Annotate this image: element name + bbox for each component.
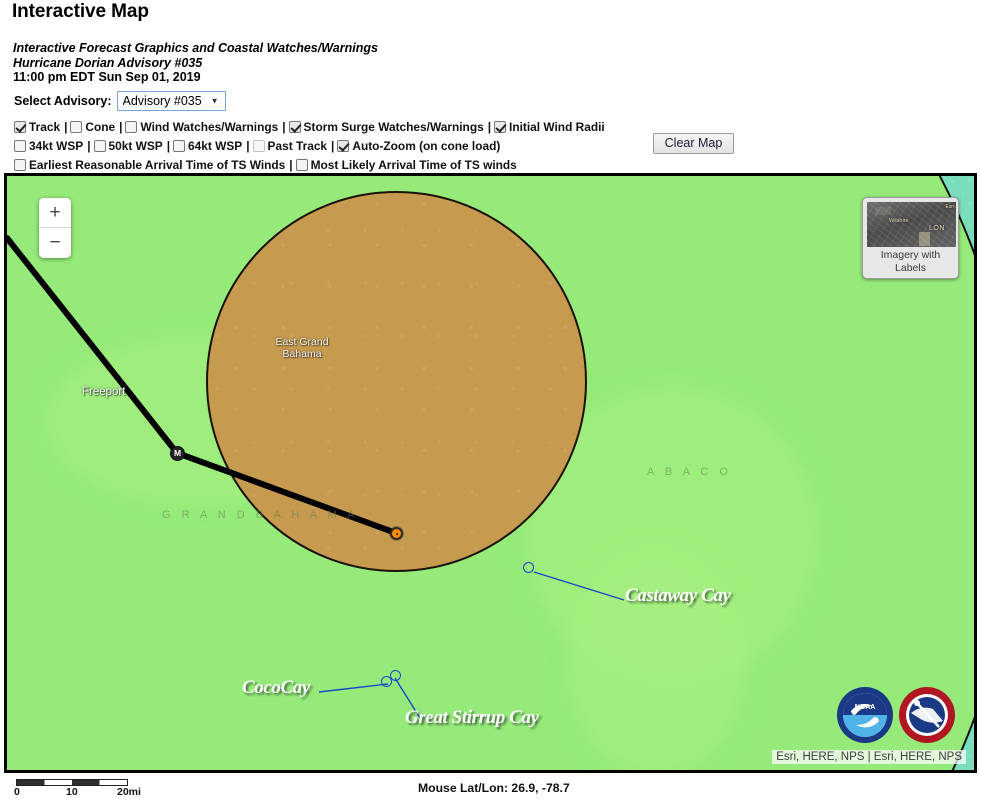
checkbox-storm-surge-watches-warnings[interactable] [288, 121, 301, 133]
track-point-major-hurricane[interactable]: M [170, 446, 185, 461]
basemap-thumb-label-3: Esri [945, 204, 954, 210]
page-title: Interactive Map [12, 1, 149, 22]
interactive-map-page: Interactive Map Interactive Forecast Gra… [0, 0, 981, 799]
advisory-select[interactable]: Advisory #035 [116, 91, 226, 111]
label-auto-zoom: Auto-Zoom (on cone load) [352, 139, 501, 154]
label-initial-wind-radii: Initial Wind Radii [509, 120, 605, 134]
separator-6: | [166, 139, 171, 154]
checkbox-earliest-reasonable-arrival[interactable] [14, 159, 26, 172]
basemap-caption-line2: Labels [895, 261, 926, 274]
label-track: Track [29, 120, 61, 134]
cay-marker-great-stirrup-cay[interactable] [390, 670, 401, 681]
svg-text:NOAA: NOAA [855, 704, 876, 711]
nws-logo [899, 687, 955, 743]
map-attribution: Esri, HERE, NPS | Esri, HERE, NPS [772, 750, 966, 764]
checkbox-cone[interactable] [70, 121, 83, 133]
scale-tick-mid: 10 [66, 786, 78, 798]
label-wind-watches-warnings: Wind Watches/Warnings [140, 120, 279, 134]
separator-7: | [246, 139, 250, 154]
label-34kt-wsp: 34kt WSP [29, 139, 84, 154]
separator-2: | [119, 120, 123, 134]
label-64kt-wsp: 64kt WSP [188, 139, 243, 154]
separator-4: | [487, 120, 492, 134]
advisory-header: Interactive Forecast Graphics and Coasta… [13, 41, 378, 85]
checkbox-past-track[interactable] [252, 140, 265, 153]
basemap-thumbnail-icon: Wilshire LON Esri [867, 202, 956, 247]
noaa-logo: NOAA [837, 687, 893, 743]
checkbox-34kt-wsp[interactable] [14, 140, 26, 153]
zoom-out-button[interactable]: − [39, 228, 71, 258]
checkbox-initial-wind-radii[interactable] [494, 121, 507, 133]
basemap-thumb-label-1: Wilshire [889, 218, 909, 224]
label-storm-surge-watches-warnings: Storm Surge Watches/Warnings [303, 120, 484, 134]
advisory-header-line2: Hurricane Dorian Advisory #035 [13, 55, 203, 70]
map-inner: M G R A N D B A H A M A A B A C O East G… [7, 176, 974, 770]
initial-wind-radii-area [206, 191, 587, 572]
advisory-header-line1: Interactive Forecast Graphics and Coasta… [13, 41, 378, 55]
label-earliest-reasonable-arrival: Earliest Reasonable Arrival Time of TS W… [29, 158, 286, 173]
separator-9: | [289, 158, 293, 173]
scale-tick-end: 20mi [117, 786, 141, 798]
advisory-header-line3: 11:00 pm EDT Sun Sep 01, 2019 [13, 70, 201, 85]
mouse-latlon-readout: Mouse Lat/Lon: 26.9, -78.7 [418, 781, 570, 795]
basemap-caption: Imagery with Labels [867, 247, 954, 274]
basemap-thumb-patch-1 [919, 232, 930, 246]
basemap-caption-line1: Imagery with [880, 249, 941, 261]
checkbox-track[interactable] [14, 121, 26, 133]
separator-5: | [87, 139, 91, 154]
label-past-track: Past Track [267, 139, 328, 154]
storm-center-icon[interactable] [390, 527, 403, 540]
agency-logos: NOAA [837, 687, 955, 743]
checkbox-wind-watches-warnings[interactable] [125, 121, 138, 133]
label-cone: Cone [85, 120, 116, 134]
basemap-thumb-patch-2 [875, 207, 891, 215]
layer-options-row-2: 34kt WSP | 50kt WSP | 64kt WSP | Past Track | Au… [14, 137, 608, 156]
zoom-in-button[interactable]: + [39, 198, 71, 228]
checkbox-64kt-wsp[interactable] [173, 140, 186, 153]
zoom-control[interactable]: + − [39, 198, 71, 258]
advisory-selector-row: Select Advisory: Advisory #035 ▼ [14, 91, 226, 111]
map-canvas[interactable]: M G R A N D B A H A M A A B A C O East G… [4, 173, 977, 773]
basemap-thumb-label-2: LON [929, 225, 945, 232]
map-scale-bar: 0 10 20mi [14, 779, 141, 799]
label-most-likely-arrival: Most Likely Arrival Time of TS winds [310, 158, 517, 173]
checkbox-50kt-wsp[interactable] [93, 140, 106, 153]
separator-1: | [64, 120, 68, 134]
separator-3: | [282, 120, 286, 134]
clear-map-button[interactable]: Clear Map [653, 133, 734, 154]
advisory-selector-label: Select Advisory: [14, 94, 112, 108]
scale-bar-graphic [16, 779, 128, 786]
basemap-toggle[interactable]: Wilshire LON Esri Imagery with Labels [862, 197, 959, 279]
layer-options-row-1: Track | Cone | Wind Watches/Warnings | Storm S… [14, 118, 608, 137]
label-50kt-wsp: 50kt WSP [108, 139, 163, 154]
cay-marker-castaway-cay[interactable] [523, 562, 534, 573]
checkbox-most-likely-arrival[interactable] [295, 159, 308, 172]
advisory-select-wrap[interactable]: Advisory #035 ▼ [116, 91, 226, 111]
checkbox-auto-zoom[interactable] [337, 140, 350, 153]
separator-8: | [331, 139, 335, 154]
layer-options: Track | Cone | Wind Watches/Warnings | Storm S… [14, 118, 608, 176]
scale-bar-ticks: 0 10 20mi [14, 786, 141, 799]
scale-tick-start: 0 [14, 786, 20, 798]
